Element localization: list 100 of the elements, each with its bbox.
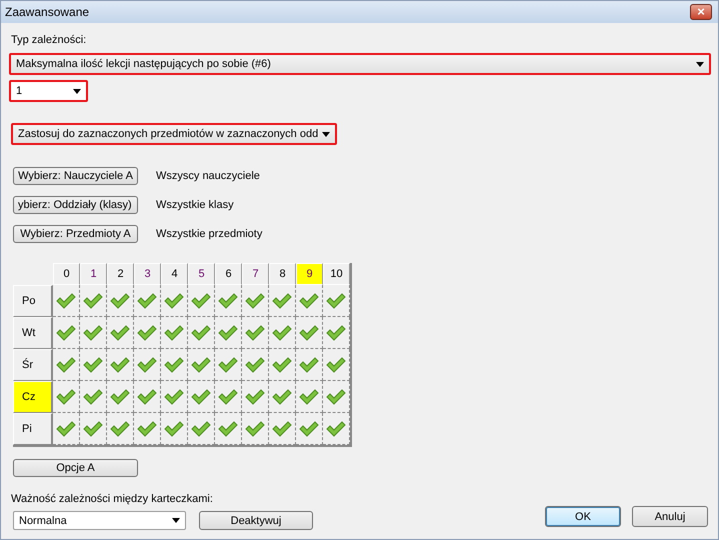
grid-cell[interactable] bbox=[107, 285, 134, 317]
grid-cell[interactable] bbox=[134, 381, 161, 413]
grid-cell[interactable] bbox=[107, 349, 134, 381]
grid-cell[interactable] bbox=[242, 349, 269, 381]
day-header[interactable]: Po bbox=[13, 285, 53, 317]
grid-cell[interactable] bbox=[269, 317, 296, 349]
grid-cell[interactable] bbox=[242, 381, 269, 413]
checkmark-icon bbox=[164, 420, 184, 436]
dialog-button[interactable]: Anuluj bbox=[632, 506, 708, 527]
grid-cell[interactable] bbox=[242, 317, 269, 349]
grid-cell[interactable] bbox=[161, 413, 188, 445]
hour-header[interactable]: 2 bbox=[107, 263, 134, 285]
grid-cell[interactable] bbox=[215, 349, 242, 381]
grid-cell[interactable] bbox=[188, 285, 215, 317]
checkmark-icon bbox=[56, 388, 76, 404]
grid-cell[interactable] bbox=[323, 413, 350, 445]
grid-cell[interactable] bbox=[269, 413, 296, 445]
grid-cell[interactable] bbox=[269, 285, 296, 317]
grid-cell[interactable] bbox=[134, 285, 161, 317]
grid-cell[interactable] bbox=[80, 349, 107, 381]
grid-cell[interactable] bbox=[161, 349, 188, 381]
dependency-type-dropdown[interactable]: Maksymalna ilość lekcji następujących po sobie (#6) bbox=[9, 53, 711, 75]
select-button[interactable]: Wybierz: Nauczyciele A bbox=[13, 167, 138, 185]
grid-cell[interactable] bbox=[80, 285, 107, 317]
hour-header[interactable]: 5 bbox=[188, 263, 215, 285]
caret-icon bbox=[73, 88, 81, 94]
hour-header[interactable]: 1 bbox=[80, 263, 107, 285]
grid-cell[interactable] bbox=[296, 413, 323, 445]
grid-cell[interactable] bbox=[269, 349, 296, 381]
grid-cell[interactable] bbox=[242, 285, 269, 317]
caret-icon bbox=[696, 62, 704, 66]
grid-cell[interactable] bbox=[53, 413, 80, 445]
grid-cell[interactable] bbox=[161, 381, 188, 413]
hour-header[interactable]: 8 bbox=[269, 263, 296, 285]
apply-mode-dropdown[interactable]: Zastosuj do zaznaczonych przedmiotów w zaznaczonych odd bbox=[11, 123, 338, 145]
grid-cell[interactable] bbox=[296, 317, 323, 349]
grid-cell[interactable] bbox=[215, 317, 242, 349]
grid-cell[interactable] bbox=[107, 317, 134, 349]
day-header[interactable]: Pi bbox=[13, 413, 53, 445]
grid-cell[interactable] bbox=[323, 349, 350, 381]
grid-cell[interactable] bbox=[188, 381, 215, 413]
count-dropdown[interactable]: 1 bbox=[9, 80, 88, 102]
grid-cell[interactable] bbox=[323, 317, 350, 349]
hour-header[interactable]: 10 bbox=[323, 263, 350, 285]
checkmark-icon bbox=[326, 292, 346, 308]
checkmark-icon bbox=[218, 324, 238, 340]
grid-cell[interactable] bbox=[53, 381, 80, 413]
checkmark-icon bbox=[245, 324, 265, 340]
grid-cell[interactable] bbox=[161, 285, 188, 317]
grid-cell[interactable] bbox=[296, 381, 323, 413]
checkmark-icon bbox=[272, 356, 292, 372]
grid-cell[interactable] bbox=[296, 349, 323, 381]
grid-cell[interactable] bbox=[242, 413, 269, 445]
checkmark-icon bbox=[137, 420, 157, 436]
grid-cell[interactable] bbox=[323, 381, 350, 413]
window-title: Zaawansowane bbox=[5, 5, 90, 19]
checkmark-icon bbox=[326, 324, 346, 340]
grid-cell[interactable] bbox=[80, 381, 107, 413]
grid-cell[interactable] bbox=[80, 317, 107, 349]
grid-cell[interactable] bbox=[80, 413, 107, 445]
grid-cell[interactable] bbox=[269, 381, 296, 413]
grid-cell[interactable] bbox=[134, 413, 161, 445]
checkmark-icon bbox=[299, 420, 319, 436]
checkmark-icon bbox=[245, 356, 265, 372]
hour-header[interactable]: 3 bbox=[134, 263, 161, 285]
day-header[interactable]: Śr bbox=[13, 349, 53, 381]
dialog-button[interactable]: OK bbox=[545, 506, 621, 527]
grid-cell[interactable] bbox=[296, 285, 323, 317]
grid-cell[interactable] bbox=[188, 413, 215, 445]
grid-cell[interactable] bbox=[134, 349, 161, 381]
grid-cell[interactable] bbox=[215, 413, 242, 445]
day-header[interactable]: Wt bbox=[13, 317, 53, 349]
hour-header[interactable]: 4 bbox=[161, 263, 188, 285]
grid-cell[interactable] bbox=[53, 317, 80, 349]
grid-cell[interactable] bbox=[53, 285, 80, 317]
grid-cell[interactable] bbox=[161, 317, 188, 349]
checkmark-icon bbox=[191, 324, 211, 340]
checkmark-icon bbox=[191, 356, 211, 372]
day-header[interactable]: Cz bbox=[13, 381, 53, 413]
options-button[interactable]: Opcje A bbox=[13, 459, 138, 477]
select-button[interactable]: ybierz: Oddziały (klasy) bbox=[13, 196, 138, 214]
hour-header[interactable]: 6 bbox=[215, 263, 242, 285]
grid-cell[interactable] bbox=[107, 381, 134, 413]
hour-header[interactable]: 9 bbox=[296, 263, 323, 285]
hour-header[interactable]: 0 bbox=[53, 263, 80, 285]
grid-cell[interactable] bbox=[323, 285, 350, 317]
grid-cell[interactable] bbox=[188, 349, 215, 381]
grid-cell[interactable] bbox=[134, 317, 161, 349]
deactivate-button[interactable]: Deaktywuj bbox=[199, 511, 313, 530]
grid-cell[interactable] bbox=[53, 349, 80, 381]
checkmark-icon bbox=[326, 420, 346, 436]
grid-cell[interactable] bbox=[188, 317, 215, 349]
grid-cell[interactable] bbox=[107, 413, 134, 445]
checkmark-icon bbox=[218, 420, 238, 436]
grid-cell[interactable] bbox=[215, 381, 242, 413]
hour-header[interactable]: 7 bbox=[242, 263, 269, 285]
checkmark-icon bbox=[56, 324, 76, 340]
importance-dropdown[interactable]: Normalna bbox=[13, 511, 186, 530]
grid-cell[interactable] bbox=[215, 285, 242, 317]
select-button[interactable]: Wybierz: Przedmioty A bbox=[13, 225, 138, 243]
